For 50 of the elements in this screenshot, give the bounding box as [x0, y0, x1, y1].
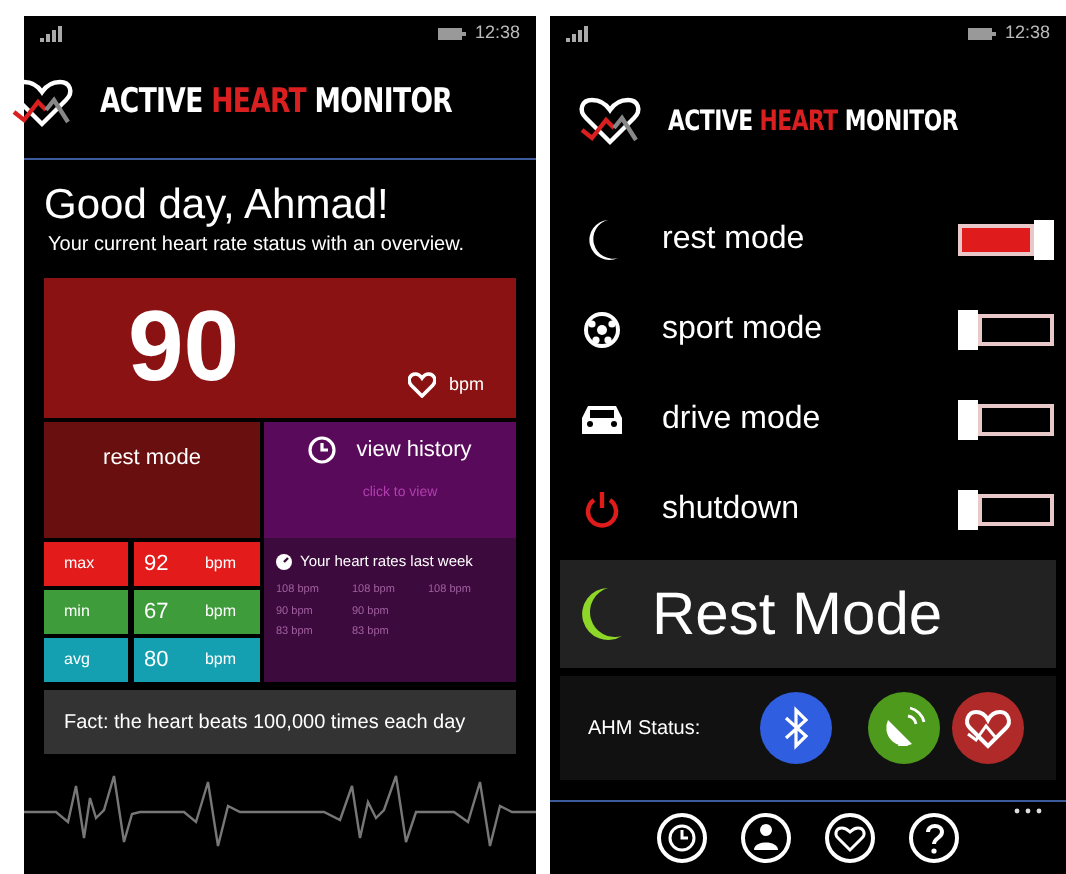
signal-icon: [40, 25, 64, 41]
heart-logo-icon: [576, 96, 645, 148]
stat-label: min: [44, 590, 128, 634]
soccer-ball-icon: [582, 309, 622, 349]
toggle-switch[interactable]: [958, 309, 1054, 349]
unit-label: bpm: [204, 552, 236, 576]
app-title: ACTIVE HEART MONITOR: [668, 103, 959, 141]
satellite-dish-icon: [868, 692, 941, 764]
app-title: ACTIVE HEART MONITOR: [100, 80, 453, 127]
moon-icon: [576, 586, 624, 642]
clock-time: 12:38: [474, 19, 520, 46]
stat-label: avg: [44, 638, 128, 682]
clock-icon[interactable]: [656, 812, 708, 864]
mode-label: sport mode: [662, 309, 823, 349]
battery-icon: [968, 27, 997, 39]
signal-icon: [566, 25, 590, 41]
power-icon: [582, 489, 622, 529]
clock-icon: [308, 436, 337, 465]
gauge-icon: [276, 553, 292, 570]
status-label: AHM Status:: [588, 715, 701, 743]
unit-label: bpm: [204, 648, 236, 672]
heart-logo-icon: [8, 78, 77, 130]
view-history-label: view history: [356, 436, 472, 466]
current-mode-label: Rest Mode: [652, 579, 943, 651]
toggle-switch[interactable]: [958, 219, 1054, 259]
more-icon[interactable]: [1014, 808, 1042, 814]
stat-value: 92: [144, 549, 169, 580]
toggle-switch[interactable]: [958, 489, 1054, 529]
mode-label: shutdown: [662, 489, 799, 529]
battery-icon: [438, 27, 467, 39]
mode-label: rest mode: [662, 219, 805, 259]
mode-label: drive mode: [662, 399, 821, 439]
greeting-heading: Good day, Ahmad!: [44, 180, 391, 232]
stat-label: max: [44, 542, 128, 586]
unit-label: bpm: [204, 600, 236, 624]
person-icon[interactable]: [740, 812, 792, 864]
stat-value: 80: [144, 645, 169, 676]
heart-rate-value: 90: [128, 290, 240, 402]
car-icon: [578, 401, 626, 437]
moon-icon: [584, 217, 620, 261]
stat-value: 67: [144, 597, 169, 628]
toggle-switch[interactable]: [958, 399, 1054, 439]
bluetooth-icon: [760, 692, 833, 764]
fact-banner: Fact: the heart beats 100,000 times each day: [44, 690, 516, 754]
heart-icon: [408, 371, 437, 398]
unit-label: bpm: [448, 371, 484, 398]
clock-time: 12:38: [1004, 19, 1050, 46]
subtitle-text: Your current heart rate status with an overview.: [46, 232, 467, 258]
help-icon[interactable]: [908, 812, 960, 864]
rest-mode-tile[interactable]: rest mode: [44, 422, 260, 538]
